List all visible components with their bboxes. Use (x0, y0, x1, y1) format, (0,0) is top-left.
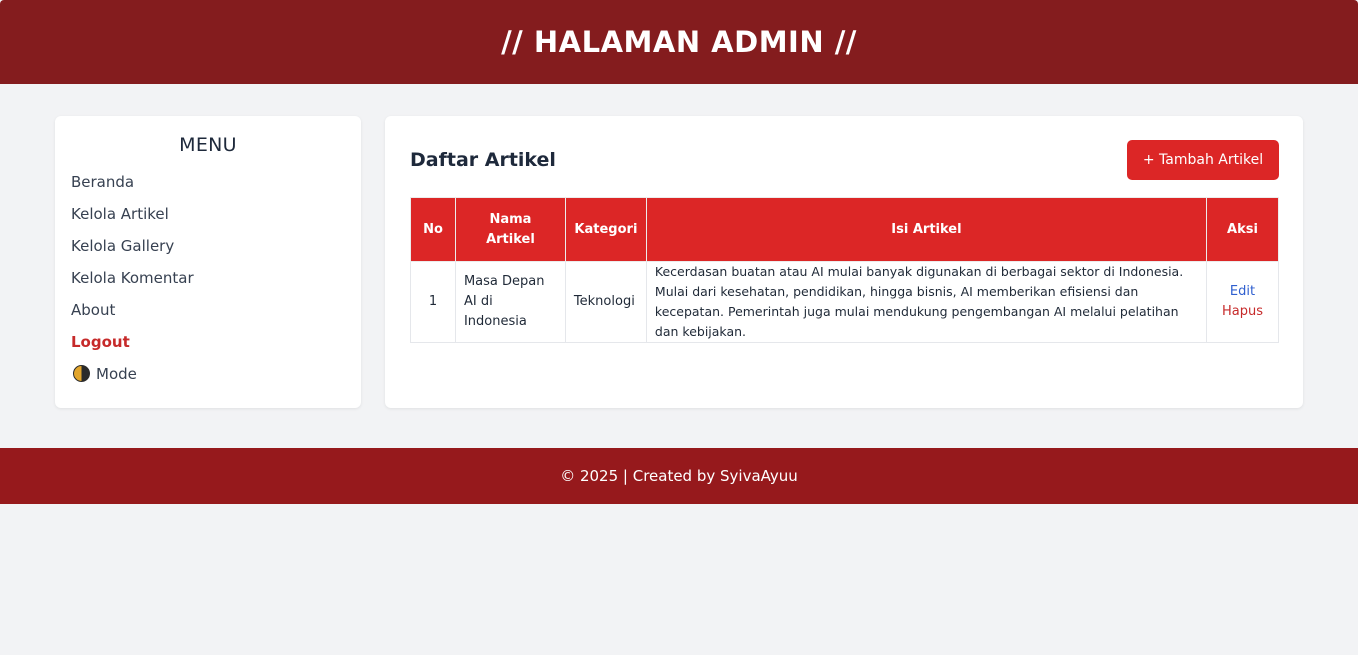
header-isi-artikel: Isi Artikel (645, 197, 1207, 262)
menu-item-mode[interactable]: Mode (71, 358, 345, 390)
cell-isi-artikel: Kecerdasan buatan atau AI mulai banyak d… (645, 261, 1207, 343)
page-footer: © 2025 | Created by SyivaAyuu (0, 448, 1358, 504)
page-header: // HALAMAN ADMIN // (0, 0, 1358, 84)
table-header-row: No Nama Artikel Kategori Isi Artikel Aks… (410, 197, 1280, 262)
half-moon-icon (73, 365, 90, 382)
cell-kategori: Teknologi (564, 261, 647, 343)
header-no: No (410, 197, 456, 262)
menu-item-kelola-artikel[interactable]: Kelola Artikel (71, 198, 345, 230)
footer-text: © 2025 | Created by SyivaAyuu (560, 467, 798, 485)
section-title: Daftar Artikel (410, 149, 556, 171)
menu-item-kelola-gallery[interactable]: Kelola Gallery (71, 230, 345, 262)
menu-item-beranda[interactable]: Beranda (71, 166, 345, 198)
cell-aksi: Edit Hapus (1205, 261, 1280, 343)
menu-title: MENU (179, 134, 237, 156)
menu-item-kelola-komentar[interactable]: Kelola Komentar (71, 262, 345, 294)
header-kategori: Kategori (564, 197, 647, 262)
add-article-button[interactable]: + Tambah Artikel (1127, 140, 1279, 180)
delete-link[interactable]: Hapus (1215, 302, 1270, 322)
cell-no: 1 (410, 261, 456, 343)
article-table: No Nama Artikel Kategori Isi Artikel Aks… (410, 197, 1280, 343)
header-nama-artikel: Nama Artikel (454, 197, 566, 262)
header-aksi: Aksi (1205, 197, 1280, 262)
page-title: // HALAMAN ADMIN // (501, 25, 857, 59)
article-panel: Daftar Artikel + Tambah Artikel No Nama … (385, 116, 1303, 408)
table-row: 1 Masa Depan AI di Indonesia Teknologi K… (410, 261, 1280, 343)
edit-link[interactable]: Edit (1215, 282, 1270, 302)
cell-nama-artikel: Masa Depan AI di Indonesia (454, 261, 566, 343)
menu-item-about[interactable]: About (71, 294, 345, 326)
menu-item-logout[interactable]: Logout (71, 326, 345, 358)
mode-label: Mode (96, 365, 137, 383)
menu-list: Beranda Kelola Artikel Kelola Gallery Ke… (71, 166, 345, 390)
sidebar-menu: MENU Beranda Kelola Artikel Kelola Galle… (55, 116, 361, 408)
